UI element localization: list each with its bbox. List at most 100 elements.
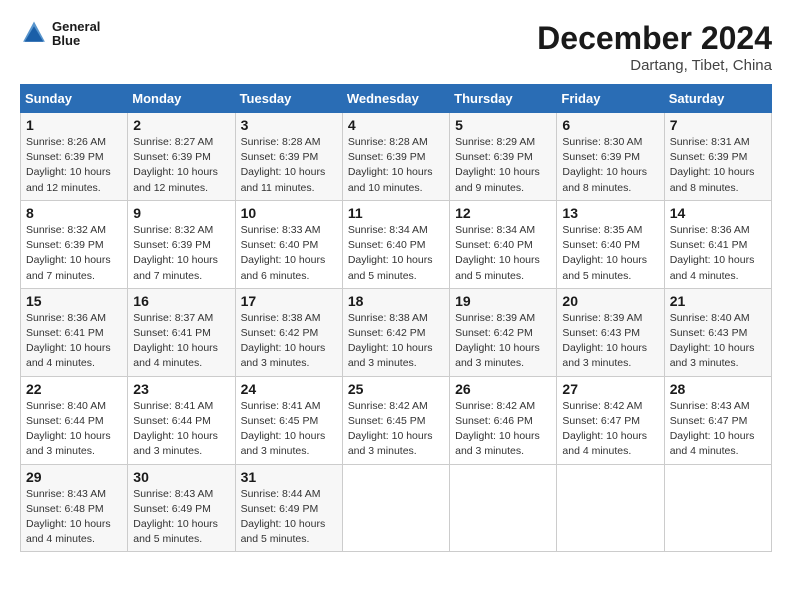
header-saturday: Saturday bbox=[664, 85, 771, 113]
day-info: Sunrise: 8:30 AMSunset: 6:39 PMDaylight:… bbox=[562, 136, 647, 194]
day-number: 21 bbox=[670, 293, 766, 309]
day-number: 13 bbox=[562, 205, 658, 221]
day-info: Sunrise: 8:43 AMSunset: 6:49 PMDaylight:… bbox=[133, 488, 218, 546]
title-block: December 2024 Dartang, Tibet, China bbox=[537, 20, 772, 74]
weekday-header-row: Sunday Monday Tuesday Wednesday Thursday… bbox=[21, 85, 772, 113]
day-cell: 1 Sunrise: 8:26 AMSunset: 6:39 PMDayligh… bbox=[21, 113, 128, 201]
day-number: 16 bbox=[133, 293, 229, 309]
day-cell: 13 Sunrise: 8:35 AMSunset: 6:40 PMDaylig… bbox=[557, 200, 664, 288]
day-cell: 31 Sunrise: 8:44 AMSunset: 6:49 PMDaylig… bbox=[235, 464, 342, 552]
logo-text: General Blue bbox=[52, 20, 100, 49]
day-cell: 6 Sunrise: 8:30 AMSunset: 6:39 PMDayligh… bbox=[557, 113, 664, 201]
calendar-week-row: 22 Sunrise: 8:40 AMSunset: 6:44 PMDaylig… bbox=[21, 376, 772, 464]
day-info: Sunrise: 8:34 AMSunset: 6:40 PMDaylight:… bbox=[455, 224, 540, 282]
day-cell: 10 Sunrise: 8:33 AMSunset: 6:40 PMDaylig… bbox=[235, 200, 342, 288]
day-info: Sunrise: 8:27 AMSunset: 6:39 PMDaylight:… bbox=[133, 136, 218, 194]
header-wednesday: Wednesday bbox=[342, 85, 449, 113]
day-cell: 20 Sunrise: 8:39 AMSunset: 6:43 PMDaylig… bbox=[557, 288, 664, 376]
day-info: Sunrise: 8:42 AMSunset: 6:45 PMDaylight:… bbox=[348, 400, 433, 458]
logo-icon bbox=[20, 20, 48, 48]
day-cell: 16 Sunrise: 8:37 AMSunset: 6:41 PMDaylig… bbox=[128, 288, 235, 376]
day-info: Sunrise: 8:42 AMSunset: 6:47 PMDaylight:… bbox=[562, 400, 647, 458]
day-cell: 17 Sunrise: 8:38 AMSunset: 6:42 PMDaylig… bbox=[235, 288, 342, 376]
header-friday: Friday bbox=[557, 85, 664, 113]
day-cell: 15 Sunrise: 8:36 AMSunset: 6:41 PMDaylig… bbox=[21, 288, 128, 376]
calendar-week-row: 1 Sunrise: 8:26 AMSunset: 6:39 PMDayligh… bbox=[21, 113, 772, 201]
day-info: Sunrise: 8:44 AMSunset: 6:49 PMDaylight:… bbox=[241, 488, 326, 546]
empty-cell bbox=[664, 464, 771, 552]
logo-line2: Blue bbox=[52, 34, 100, 48]
logo-line1: General bbox=[52, 20, 100, 34]
day-cell: 21 Sunrise: 8:40 AMSunset: 6:43 PMDaylig… bbox=[664, 288, 771, 376]
day-cell: 3 Sunrise: 8:28 AMSunset: 6:39 PMDayligh… bbox=[235, 113, 342, 201]
day-cell: 18 Sunrise: 8:38 AMSunset: 6:42 PMDaylig… bbox=[342, 288, 449, 376]
day-info: Sunrise: 8:40 AMSunset: 6:43 PMDaylight:… bbox=[670, 312, 755, 370]
day-info: Sunrise: 8:38 AMSunset: 6:42 PMDaylight:… bbox=[348, 312, 433, 370]
day-number: 29 bbox=[26, 469, 122, 485]
day-number: 2 bbox=[133, 117, 229, 133]
day-info: Sunrise: 8:39 AMSunset: 6:43 PMDaylight:… bbox=[562, 312, 647, 370]
empty-cell bbox=[557, 464, 664, 552]
day-info: Sunrise: 8:28 AMSunset: 6:39 PMDaylight:… bbox=[241, 136, 326, 194]
day-cell: 22 Sunrise: 8:40 AMSunset: 6:44 PMDaylig… bbox=[21, 376, 128, 464]
day-number: 30 bbox=[133, 469, 229, 485]
day-info: Sunrise: 8:38 AMSunset: 6:42 PMDaylight:… bbox=[241, 312, 326, 370]
header-tuesday: Tuesday bbox=[235, 85, 342, 113]
day-info: Sunrise: 8:28 AMSunset: 6:39 PMDaylight:… bbox=[348, 136, 433, 194]
day-number: 14 bbox=[670, 205, 766, 221]
day-info: Sunrise: 8:26 AMSunset: 6:39 PMDaylight:… bbox=[26, 136, 111, 194]
day-number: 19 bbox=[455, 293, 551, 309]
day-number: 20 bbox=[562, 293, 658, 309]
day-number: 5 bbox=[455, 117, 551, 133]
day-number: 24 bbox=[241, 381, 337, 397]
day-number: 8 bbox=[26, 205, 122, 221]
day-number: 15 bbox=[26, 293, 122, 309]
day-number: 22 bbox=[26, 381, 122, 397]
day-number: 7 bbox=[670, 117, 766, 133]
day-number: 18 bbox=[348, 293, 444, 309]
day-cell: 4 Sunrise: 8:28 AMSunset: 6:39 PMDayligh… bbox=[342, 113, 449, 201]
header-sunday: Sunday bbox=[21, 85, 128, 113]
day-cell: 19 Sunrise: 8:39 AMSunset: 6:42 PMDaylig… bbox=[450, 288, 557, 376]
day-number: 9 bbox=[133, 205, 229, 221]
day-number: 4 bbox=[348, 117, 444, 133]
day-cell: 29 Sunrise: 8:43 AMSunset: 6:48 PMDaylig… bbox=[21, 464, 128, 552]
day-info: Sunrise: 8:32 AMSunset: 6:39 PMDaylight:… bbox=[26, 224, 111, 282]
calendar-week-row: 29 Sunrise: 8:43 AMSunset: 6:48 PMDaylig… bbox=[21, 464, 772, 552]
day-number: 6 bbox=[562, 117, 658, 133]
day-cell: 28 Sunrise: 8:43 AMSunset: 6:47 PMDaylig… bbox=[664, 376, 771, 464]
day-number: 11 bbox=[348, 205, 444, 221]
day-cell: 7 Sunrise: 8:31 AMSunset: 6:39 PMDayligh… bbox=[664, 113, 771, 201]
day-number: 28 bbox=[670, 381, 766, 397]
day-info: Sunrise: 8:29 AMSunset: 6:39 PMDaylight:… bbox=[455, 136, 540, 194]
logo: General Blue bbox=[20, 20, 100, 49]
day-info: Sunrise: 8:41 AMSunset: 6:45 PMDaylight:… bbox=[241, 400, 326, 458]
day-info: Sunrise: 8:33 AMSunset: 6:40 PMDaylight:… bbox=[241, 224, 326, 282]
empty-cell bbox=[342, 464, 449, 552]
day-cell: 24 Sunrise: 8:41 AMSunset: 6:45 PMDaylig… bbox=[235, 376, 342, 464]
day-number: 12 bbox=[455, 205, 551, 221]
day-info: Sunrise: 8:35 AMSunset: 6:40 PMDaylight:… bbox=[562, 224, 647, 282]
header-monday: Monday bbox=[128, 85, 235, 113]
day-cell: 2 Sunrise: 8:27 AMSunset: 6:39 PMDayligh… bbox=[128, 113, 235, 201]
day-number: 31 bbox=[241, 469, 337, 485]
day-number: 3 bbox=[241, 117, 337, 133]
day-cell: 8 Sunrise: 8:32 AMSunset: 6:39 PMDayligh… bbox=[21, 200, 128, 288]
day-info: Sunrise: 8:43 AMSunset: 6:48 PMDaylight:… bbox=[26, 488, 111, 546]
day-number: 1 bbox=[26, 117, 122, 133]
day-info: Sunrise: 8:39 AMSunset: 6:42 PMDaylight:… bbox=[455, 312, 540, 370]
day-number: 26 bbox=[455, 381, 551, 397]
day-number: 25 bbox=[348, 381, 444, 397]
location: Dartang, Tibet, China bbox=[537, 57, 772, 74]
day-info: Sunrise: 8:37 AMSunset: 6:41 PMDaylight:… bbox=[133, 312, 218, 370]
calendar-week-row: 8 Sunrise: 8:32 AMSunset: 6:39 PMDayligh… bbox=[21, 200, 772, 288]
day-number: 17 bbox=[241, 293, 337, 309]
day-cell: 12 Sunrise: 8:34 AMSunset: 6:40 PMDaylig… bbox=[450, 200, 557, 288]
day-cell: 11 Sunrise: 8:34 AMSunset: 6:40 PMDaylig… bbox=[342, 200, 449, 288]
day-number: 10 bbox=[241, 205, 337, 221]
day-info: Sunrise: 8:40 AMSunset: 6:44 PMDaylight:… bbox=[26, 400, 111, 458]
day-cell: 25 Sunrise: 8:42 AMSunset: 6:45 PMDaylig… bbox=[342, 376, 449, 464]
day-cell: 27 Sunrise: 8:42 AMSunset: 6:47 PMDaylig… bbox=[557, 376, 664, 464]
day-cell: 26 Sunrise: 8:42 AMSunset: 6:46 PMDaylig… bbox=[450, 376, 557, 464]
page-header: General Blue December 2024 Dartang, Tibe… bbox=[20, 20, 772, 74]
